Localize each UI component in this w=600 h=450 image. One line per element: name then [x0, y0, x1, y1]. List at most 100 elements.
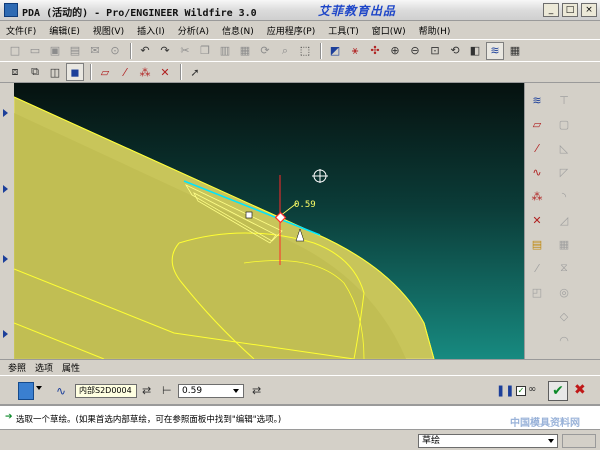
dimension-value-label[interactable]: 0.59: [294, 200, 316, 210]
copy-icon[interactable]: ❐: [196, 42, 214, 60]
menu-analysis[interactable]: 分析(A): [178, 24, 209, 37]
wireframe-icon[interactable]: ⧈: [6, 63, 24, 81]
link-icon[interactable]: ⊙: [106, 42, 124, 60]
cancel-button[interactable]: ✖: [574, 382, 586, 398]
no-hidden-icon[interactable]: ◫: [46, 63, 64, 81]
paste-special-icon[interactable]: ▦: [236, 42, 254, 60]
datum-plane-icon[interactable]: ▱: [528, 115, 546, 133]
extrude-dashboard: ∿ 内部S2D0004 ⇄ ⊢ 0.59 ⇄ ❚❚ ✓ ∞ ✔ ✖: [0, 375, 600, 405]
solid-extrude-icon[interactable]: [18, 382, 34, 400]
round-icon[interactable]: ◝: [555, 187, 573, 205]
tab-options[interactable]: 选项: [35, 361, 53, 374]
new-icon[interactable]: □: [6, 42, 24, 60]
menu-file[interactable]: 文件(F): [6, 24, 36, 37]
chevron-down-icon[interactable]: [233, 389, 239, 393]
menu-help[interactable]: 帮助(H): [419, 24, 451, 37]
paste-icon[interactable]: ▥: [216, 42, 234, 60]
chevron-down-icon[interactable]: [36, 386, 42, 390]
menu-applications[interactable]: 应用程序(P): [267, 24, 315, 37]
preview-checkbox[interactable]: ✓: [516, 386, 526, 396]
selection-filter-select[interactable]: 草绘: [418, 434, 558, 448]
extrude-icon[interactable]: ◰: [528, 283, 546, 301]
select-arrow-icon[interactable]: ➚: [186, 63, 204, 81]
print-icon[interactable]: ▤: [66, 42, 84, 60]
shading-icon[interactable]: ◼: [66, 63, 84, 81]
pattern-icon[interactable]: ▦: [555, 235, 573, 253]
menu-window[interactable]: 窗口(W): [372, 24, 406, 37]
close-button[interactable]: ×: [581, 3, 597, 17]
ok-button[interactable]: ✔: [548, 381, 568, 401]
datum-plane-icon[interactable]: ▱: [96, 63, 114, 81]
flip-direction-icon[interactable]: ⇄: [142, 384, 151, 397]
expand-arrow-icon[interactable]: [3, 185, 8, 193]
expand-arrow-icon[interactable]: [3, 109, 8, 117]
analysis-icon[interactable]: ⁄: [528, 259, 546, 277]
app-icon: [4, 3, 18, 17]
chamfer-icon[interactable]: ◿: [555, 211, 573, 229]
watermark-logo: 中国模具资料网: [510, 418, 580, 429]
sketch-icon[interactable]: ◩: [326, 42, 344, 60]
datum-axis-icon[interactable]: ⁄: [528, 139, 546, 157]
draft-icon[interactable]: ◸: [555, 163, 573, 181]
model-canvas: [14, 96, 435, 359]
trim-icon[interactable]: ◇: [555, 307, 573, 325]
mirror-icon[interactable]: ⧖: [555, 259, 573, 277]
datum-axis-icon[interactable]: ⁄: [116, 63, 134, 81]
graphics-viewport[interactable]: 0.59: [14, 83, 524, 359]
annotation-icon[interactable]: ▤: [528, 235, 546, 253]
reorient-icon[interactable]: ⟲: [446, 42, 464, 60]
depth-blind-icon[interactable]: ⊢: [162, 384, 172, 397]
csys-icon[interactable]: ✕: [156, 63, 174, 81]
saved-views-icon[interactable]: ◧: [466, 42, 484, 60]
expand-arrow-icon[interactable]: [3, 255, 8, 263]
status-cell: [562, 434, 596, 448]
flip-material-icon[interactable]: ⇄: [252, 384, 261, 397]
merge-icon[interactable]: ◎: [555, 283, 573, 301]
menu-edit[interactable]: 编辑(E): [49, 24, 80, 37]
layers-icon[interactable]: ≋: [486, 41, 504, 60]
rib-icon[interactable]: ◺: [555, 139, 573, 157]
pause-button[interactable]: ❚❚: [496, 384, 514, 397]
datum-point-icon[interactable]: ⁂: [136, 63, 154, 81]
find-icon[interactable]: ⌕: [276, 42, 294, 60]
navigator-strip[interactable]: [0, 83, 14, 356]
csys-icon[interactable]: ✕: [528, 211, 546, 229]
menu-tools[interactable]: 工具(T): [328, 24, 359, 37]
toolbar-separator: [180, 64, 182, 80]
offset-icon[interactable]: ◠: [555, 331, 573, 349]
open-icon[interactable]: ▭: [26, 42, 44, 60]
maximize-button[interactable]: □: [562, 3, 578, 17]
datum-plane-display-icon[interactable]: ≋: [528, 91, 546, 109]
redo-icon[interactable]: ↷: [156, 42, 174, 60]
model-tree-icon[interactable]: ▦: [506, 42, 524, 60]
zoom-out-icon[interactable]: ⊖: [406, 42, 424, 60]
undo-icon[interactable]: ↶: [136, 42, 154, 60]
menu-view[interactable]: 视图(V): [93, 24, 124, 37]
zoom-in-icon[interactable]: ⊕: [386, 42, 404, 60]
sketch-reference-field[interactable]: 内部S2D0004: [75, 384, 137, 398]
cut-icon[interactable]: ✂: [176, 42, 194, 60]
menu-insert[interactable]: 插入(I): [137, 24, 165, 37]
datum-curve-icon[interactable]: ∿: [528, 163, 546, 181]
menu-info[interactable]: 信息(N): [222, 24, 254, 37]
hidden-line-icon[interactable]: ⧉: [26, 63, 44, 81]
save-icon[interactable]: ▣: [46, 42, 64, 60]
datum-display-icon[interactable]: ⚹: [346, 42, 364, 60]
toolbar-separator: [90, 64, 92, 80]
email-icon[interactable]: ✉: [86, 42, 104, 60]
shell-icon[interactable]: ▢: [555, 115, 573, 133]
tab-properties[interactable]: 属性: [62, 361, 80, 374]
verify-glasses-icon[interactable]: ∞: [528, 384, 536, 395]
hole-icon[interactable]: ⊤: [555, 91, 573, 109]
regenerate-icon[interactable]: ⟳: [256, 42, 274, 60]
status-bar: 草绘: [0, 429, 600, 450]
sketch-icon[interactable]: ∿: [56, 384, 66, 398]
chevron-down-icon[interactable]: [548, 439, 554, 443]
tab-references[interactable]: 参照: [8, 361, 26, 374]
spin-center-icon[interactable]: ✣: [366, 42, 384, 60]
expand-arrow-icon[interactable]: [3, 330, 8, 338]
datum-point-icon[interactable]: ⁂: [528, 187, 546, 205]
minimize-button[interactable]: _: [543, 3, 559, 17]
select-box-icon[interactable]: ⬚: [296, 42, 314, 60]
refit-icon[interactable]: ⊡: [426, 42, 444, 60]
